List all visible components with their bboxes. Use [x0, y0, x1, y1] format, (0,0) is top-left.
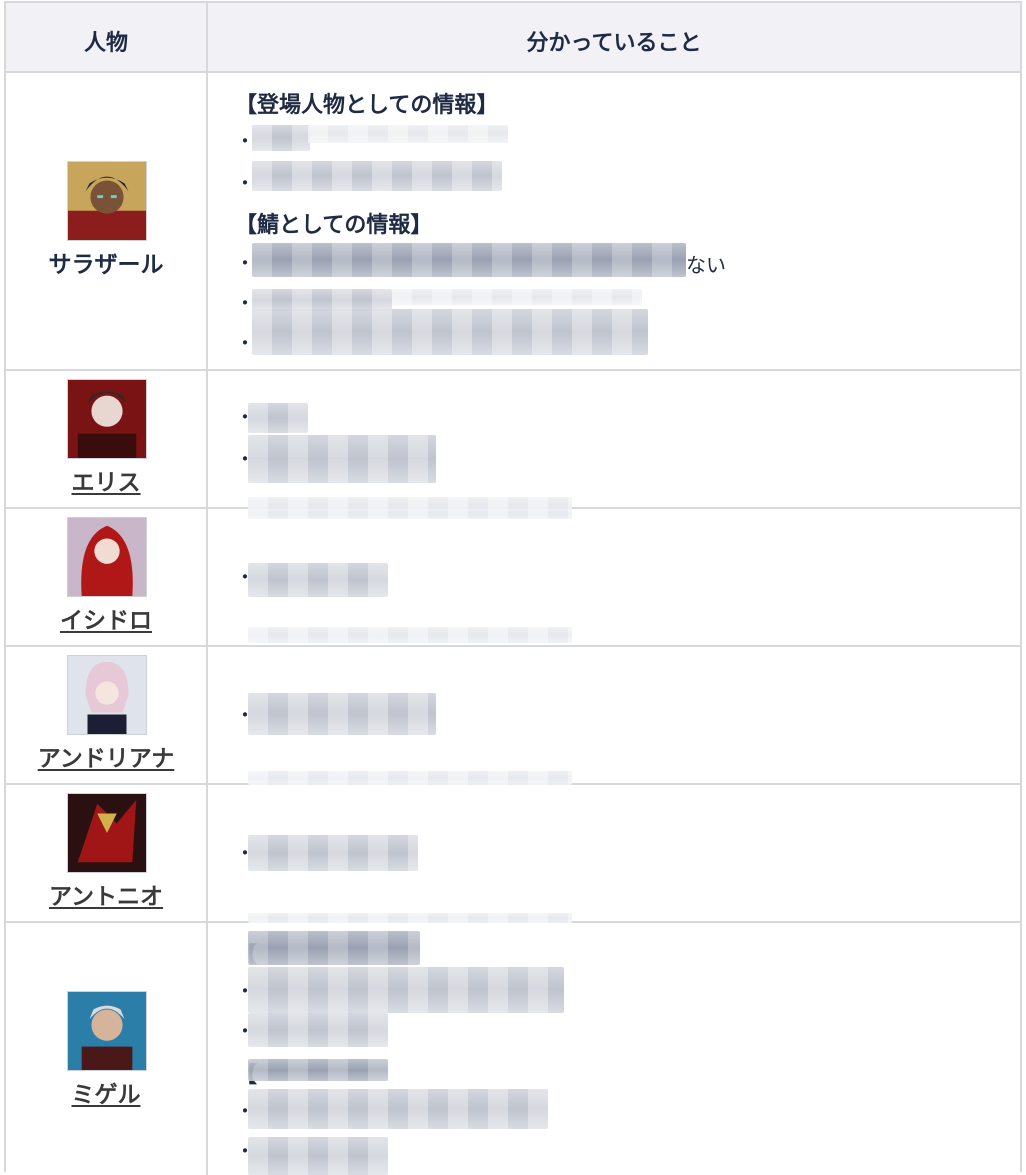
info-cell: ・ — [208, 509, 1020, 645]
table-row: イシドロ ・ — [6, 509, 1020, 647]
person-cell: ミゲル — [6, 923, 208, 1175]
header-cell-known: 分かっていること — [208, 3, 1020, 71]
person-name: サラザール — [48, 252, 164, 278]
redacted-text — [252, 243, 686, 277]
info-cell: 【 ・ ・ 【 ・ ・ — [208, 923, 1020, 1175]
redacted-text — [252, 309, 648, 355]
person-cell: アンドリアナ — [6, 647, 208, 783]
redacted-text — [308, 125, 508, 143]
redacted-text — [248, 913, 572, 923]
avatar-salazar — [67, 161, 147, 241]
info-cell: 【登場人物としての情報】 ・ ・ 【鯖としての情報】 ・ ない ・ ・ — [208, 73, 1020, 369]
person-name-link[interactable]: イシドロ — [6, 601, 206, 635]
redacted-text — [392, 289, 642, 305]
info-cell: ・ — [208, 647, 1020, 785]
redacted-text — [248, 1059, 388, 1081]
redacted-text — [248, 931, 420, 965]
person-name-link[interactable]: ミゲル — [6, 1075, 206, 1109]
person-name-link[interactable]: アンドリアナ — [6, 739, 206, 773]
redacted-text — [252, 125, 310, 151]
redacted-text — [252, 289, 392, 311]
redacted-text — [248, 835, 418, 871]
redacted-text — [248, 1089, 548, 1129]
section-heading: 【登場人物としての情報】 — [235, 93, 499, 118]
person-name-link[interactable]: エリス — [6, 463, 206, 497]
redacted-text — [248, 435, 436, 483]
trailing-text: ない — [686, 253, 726, 277]
table-row: サラザール 【登場人物としての情報】 ・ ・ 【鯖としての情報】 ・ ない ・ … — [6, 73, 1020, 371]
redacted-text — [252, 161, 502, 191]
info-cell: ・ — [208, 785, 1020, 923]
redacted-text — [248, 693, 436, 735]
redacted-text — [248, 771, 572, 785]
table-row: アンドリアナ ・ — [6, 647, 1020, 785]
table-row: ミゲル 【 ・ ・ 【 ・ ・ — [6, 923, 1020, 1175]
section-heading: 【鯖としての情報】 — [235, 213, 433, 238]
column-header-known: 分かっていること — [526, 31, 702, 56]
person-cell: アントニオ — [6, 785, 208, 921]
table-row: エリス ・ ・ — [6, 371, 1020, 513]
person-cell: エリス — [6, 371, 208, 507]
info-cell: ・ ・ — [208, 371, 1020, 513]
column-header-person: 人物 — [83, 31, 128, 56]
person-cell: イシドロ — [6, 509, 208, 645]
redacted-text — [248, 403, 308, 433]
redacted-text — [248, 1137, 388, 1175]
redacted-text — [248, 967, 564, 1013]
avatar-isidoro — [67, 517, 147, 597]
redacted-text — [248, 1013, 388, 1047]
character-table: 人物 分かっていること サラザール 【登場人物としての情報】 ・ ・ 【鯖として… — [4, 1, 1022, 1175]
avatar-miguel — [67, 991, 147, 1071]
person-cell: サラザール — [6, 73, 208, 369]
avatar-eris — [67, 379, 147, 459]
person-name-link[interactable]: アントニオ — [6, 877, 206, 911]
redacted-text — [248, 563, 388, 597]
table-row: アントニオ ・ — [6, 785, 1020, 923]
header-cell-person: 人物 — [6, 3, 208, 71]
redacted-text — [248, 509, 572, 519]
avatar-antonio — [67, 793, 147, 873]
redacted-text — [248, 627, 572, 643]
table-header-row: 人物 分かっていること — [6, 3, 1020, 73]
avatar-andriana — [67, 655, 147, 735]
